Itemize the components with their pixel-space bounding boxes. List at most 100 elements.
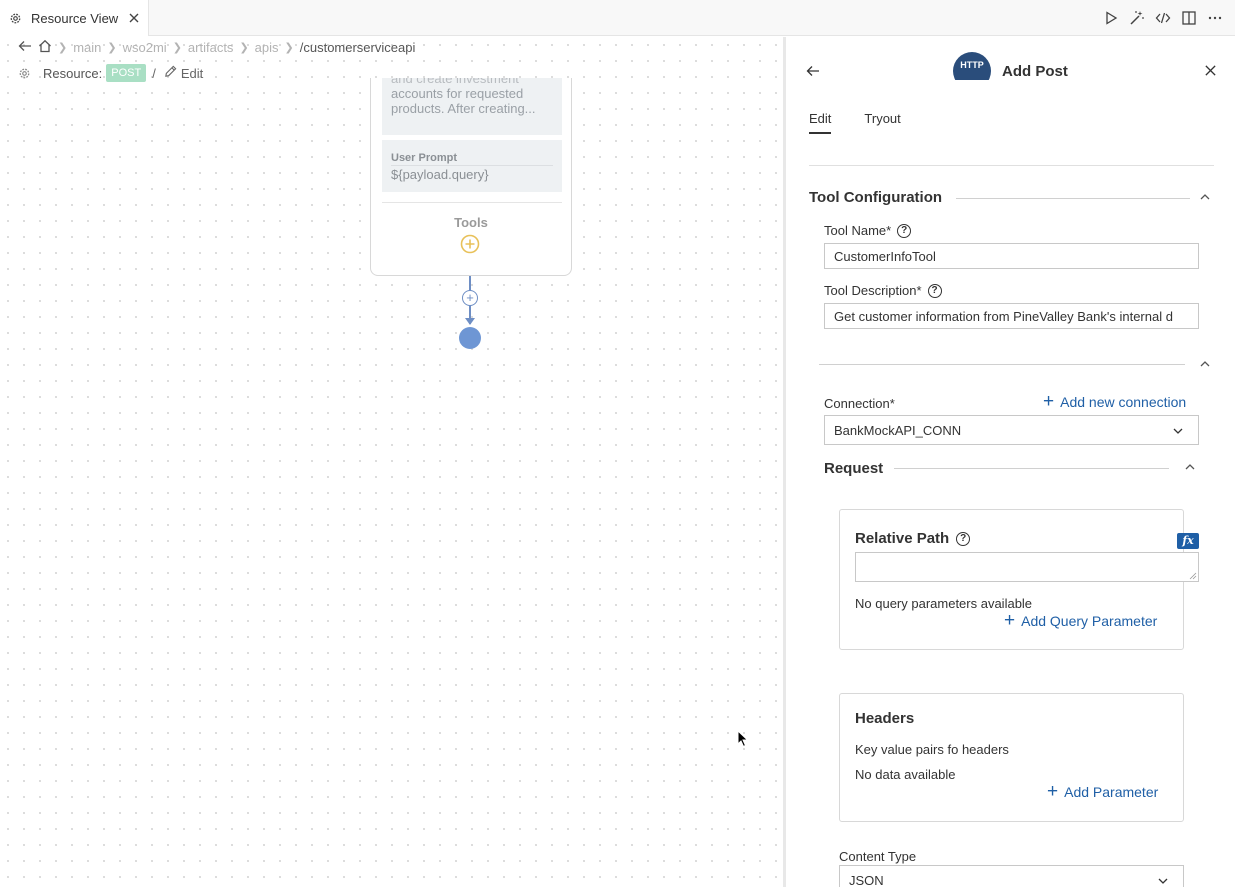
- add-query-parameter-label: Add Query Parameter: [1021, 613, 1158, 629]
- tool-description-label-text: Tool Description*: [824, 283, 922, 298]
- tool-name-label: Tool Name* ?: [824, 223, 912, 238]
- connection-label: Connection*: [824, 396, 895, 411]
- tab-title: Resource View: [31, 10, 119, 26]
- http-icon: HTTP: [953, 52, 991, 80]
- close-icon[interactable]: [1204, 64, 1217, 77]
- breadcrumb: ❯ main ❯ wso2mi ❯ artifacts ❯ apis ❯ /cu…: [18, 39, 415, 56]
- content-type-value: JSON: [849, 873, 884, 887]
- gear-icon: [9, 12, 22, 25]
- agent-instructions: and create investment accounts for reque…: [382, 78, 562, 135]
- method-badge: POST: [106, 64, 147, 82]
- connection-select[interactable]: BankMockAPI_CONN: [824, 415, 1199, 445]
- add-post-panel: HTTP Add Post Edit Tryout Tool Configura…: [786, 37, 1235, 887]
- arrow-down-icon: [465, 318, 475, 325]
- help-icon[interactable]: ?: [956, 531, 971, 546]
- panel-title: Add Post: [1002, 63, 1068, 80]
- resize-handle-icon[interactable]: [1189, 572, 1197, 580]
- close-icon[interactable]: [127, 11, 141, 25]
- tools-label: Tools: [454, 215, 488, 230]
- chevron-down-icon: [1172, 425, 1184, 437]
- add-query-parameter-button[interactable]: + Add Query Parameter: [1004, 610, 1158, 631]
- gear-icon: [18, 67, 31, 80]
- add-step-icon[interactable]: +: [462, 290, 478, 306]
- split-editor-icon[interactable]: [1181, 10, 1197, 26]
- relative-path-title: Relative Path ?: [855, 530, 971, 547]
- tool-description-label: Tool Description* ?: [824, 283, 942, 298]
- breadcrumb-item[interactable]: apis: [255, 40, 279, 55]
- edit-resource-button[interactable]: Edit: [164, 65, 203, 81]
- add-tool-icon[interactable]: [460, 234, 480, 254]
- content-type-select[interactable]: JSON: [839, 865, 1184, 887]
- prompt-label: User Prompt: [391, 152, 553, 166]
- breadcrumb-item[interactable]: main: [73, 40, 101, 55]
- chevron-down-icon: [1157, 875, 1169, 887]
- description-line: accounts for requested: [391, 86, 524, 101]
- plus-icon: +: [1004, 610, 1016, 631]
- path-separator: /: [152, 65, 156, 81]
- tool-name-label-text: Tool Name*: [824, 223, 892, 238]
- relative-path-input[interactable]: [855, 552, 1199, 582]
- editor-actions: [1103, 10, 1223, 26]
- prompt-value: ${payload.query}: [391, 167, 489, 182]
- divider: [819, 364, 1185, 365]
- add-parameter-label: Add Parameter: [1064, 784, 1159, 800]
- content-type-label: Content Type: [839, 849, 917, 864]
- no-query-text: No query parameters available: [855, 596, 1033, 611]
- request-title: Request: [824, 460, 884, 477]
- pencil-icon: [164, 65, 177, 81]
- back-arrow-icon[interactable]: [806, 64, 820, 78]
- panel-tabs: Edit Tryout: [809, 111, 901, 134]
- tool-name-input[interactable]: CustomerInfoTool: [824, 243, 1199, 269]
- chevron-up-icon[interactable]: [1199, 191, 1211, 203]
- description-line: and create investment: [391, 78, 519, 86]
- plus-icon: +: [1047, 781, 1059, 802]
- divider: [956, 198, 1190, 199]
- chevron-right-icon: ❯: [107, 42, 117, 54]
- breadcrumb-item[interactable]: artifacts: [188, 40, 234, 55]
- chevron-right-icon: ❯: [284, 42, 294, 54]
- run-icon[interactable]: [1103, 10, 1119, 26]
- back-arrow-icon[interactable]: [18, 39, 32, 56]
- user-prompt-box: User Prompt ${payload.query}: [382, 140, 562, 192]
- ai-agent-node[interactable]: and create investment accounts for reque…: [370, 78, 572, 276]
- tool-config-title: Tool Configuration: [809, 189, 943, 206]
- chevron-up-icon[interactable]: [1199, 358, 1211, 370]
- divider: [894, 468, 1169, 469]
- add-new-connection-label: Add new connection: [1060, 394, 1187, 410]
- mouse-cursor-icon: [737, 729, 749, 748]
- magic-wand-icon[interactable]: [1129, 10, 1145, 26]
- connection-value: BankMockAPI_CONN: [834, 423, 962, 438]
- chevron-right-icon: ❯: [172, 42, 182, 54]
- expression-button[interactable]: fx: [1177, 533, 1199, 549]
- breadcrumb-current: /customerserviceapi: [299, 40, 416, 55]
- breadcrumb-item[interactable]: wso2mi: [123, 40, 167, 55]
- code-icon[interactable]: [1155, 10, 1171, 26]
- tab-edit[interactable]: Edit: [809, 111, 832, 134]
- chevron-right-icon: ❯: [58, 42, 68, 54]
- add-parameter-button[interactable]: + Add Parameter: [1047, 781, 1159, 802]
- divider: [809, 165, 1214, 166]
- plus-icon: +: [1043, 391, 1055, 412]
- editor-tab-bar: Resource View: [0, 0, 1235, 36]
- edit-label: Edit: [180, 65, 204, 81]
- headers-description: Key value pairs fo headers: [855, 742, 1009, 757]
- help-icon[interactable]: ?: [927, 283, 942, 298]
- tab-tryout[interactable]: Tryout: [864, 111, 900, 134]
- resource-label: Resource:: [43, 65, 103, 81]
- divider: [382, 202, 562, 203]
- tab-resource-view[interactable]: Resource View: [0, 0, 149, 36]
- tool-description-input[interactable]: Get customer information from PineValley…: [824, 303, 1199, 329]
- more-icon[interactable]: [1207, 10, 1223, 26]
- end-node[interactable]: [459, 327, 481, 349]
- http-icon-text: HTTP: [953, 52, 991, 80]
- home-icon[interactable]: [38, 39, 52, 56]
- add-new-connection-button[interactable]: + Add new connection: [1043, 391, 1187, 412]
- headers-title: Headers: [855, 710, 915, 727]
- description-line: products. After creating...: [391, 101, 536, 116]
- chevron-right-icon: ❯: [239, 42, 249, 54]
- resource-header: Resource: POST / Edit: [18, 64, 203, 82]
- chevron-up-icon[interactable]: [1184, 461, 1196, 473]
- help-icon[interactable]: ?: [897, 223, 912, 238]
- relative-path-title-text: Relative Path: [855, 530, 950, 547]
- headers-empty-text: No data available: [855, 767, 956, 782]
